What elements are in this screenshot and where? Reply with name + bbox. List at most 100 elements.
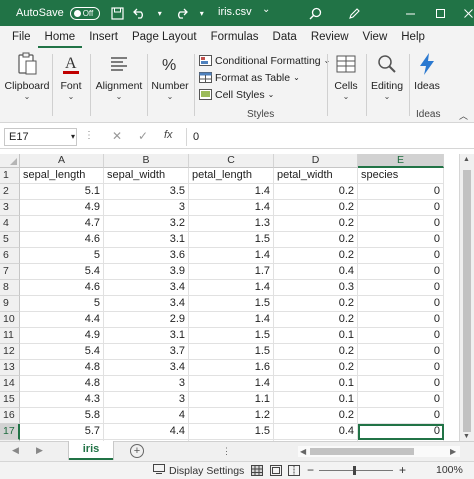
- cell-e9[interactable]: 0: [358, 296, 444, 312]
- select-all-button[interactable]: [0, 154, 20, 168]
- zoom-slider[interactable]: [319, 470, 393, 471]
- cell-d9[interactable]: 0.2: [274, 296, 358, 312]
- cell-d1[interactable]: petal_width: [274, 168, 358, 184]
- cell-b13[interactable]: 3.4: [104, 360, 189, 376]
- enter-icon[interactable]: ✓: [138, 129, 148, 143]
- cell-a15[interactable]: 4.3: [20, 392, 104, 408]
- cell-a13[interactable]: 4.8: [20, 360, 104, 376]
- cancel-icon[interactable]: ✕: [112, 129, 122, 143]
- conditional-formatting-button[interactable]: Conditional Formatting ⌄: [199, 52, 330, 69]
- cell-a9[interactable]: 5: [20, 296, 104, 312]
- row-header-10[interactable]: 10: [0, 312, 20, 328]
- cell-a16[interactable]: 5.8: [20, 408, 104, 424]
- row-header-17[interactable]: 17: [0, 424, 20, 440]
- cell-e14[interactable]: 0: [358, 376, 444, 392]
- cell-c12[interactable]: 1.5: [189, 344, 274, 360]
- cell-e16[interactable]: 0: [358, 408, 444, 424]
- tab-page-layout[interactable]: Page Layout: [125, 28, 204, 48]
- cell-d5[interactable]: 0.2: [274, 232, 358, 248]
- more-options-icon[interactable]: ⋮: [222, 446, 231, 457]
- cell-e6[interactable]: 0: [358, 248, 444, 264]
- more-icon[interactable]: ⋮: [84, 130, 94, 141]
- cell-b15[interactable]: 3: [104, 392, 189, 408]
- column-header-a[interactable]: A: [20, 154, 104, 168]
- vertical-scrollbar[interactable]: ▲ ▼: [459, 154, 474, 442]
- row-header-9[interactable]: 9: [0, 296, 20, 312]
- cell-b8[interactable]: 3.4: [104, 280, 189, 296]
- redo-icon[interactable]: [172, 3, 192, 23]
- sheet-tab-iris[interactable]: iris: [69, 441, 113, 460]
- pen-icon[interactable]: [344, 3, 364, 23]
- cell-e11[interactable]: 0: [358, 328, 444, 344]
- add-sheet-icon[interactable]: +: [130, 444, 144, 458]
- scroll-right-icon[interactable]: ▶: [450, 446, 456, 457]
- cell-d14[interactable]: 0.1: [274, 376, 358, 392]
- cell-d15[interactable]: 0.1: [274, 392, 358, 408]
- number-group[interactable]: % Number ⌄: [150, 50, 190, 101]
- save-icon[interactable]: [108, 3, 128, 23]
- cell-d11[interactable]: 0.1: [274, 328, 358, 344]
- page-layout-view-icon[interactable]: [270, 465, 282, 479]
- column-header-b[interactable]: B: [104, 154, 189, 168]
- row-header-12[interactable]: 12: [0, 344, 20, 360]
- cell-d10[interactable]: 0.2: [274, 312, 358, 328]
- tab-file[interactable]: File: [5, 28, 38, 48]
- tab-help[interactable]: Help: [394, 28, 432, 48]
- cell-b11[interactable]: 3.1: [104, 328, 189, 344]
- cell-b6[interactable]: 3.6: [104, 248, 189, 264]
- customize-icon[interactable]: ▾: [192, 3, 212, 23]
- cell-d6[interactable]: 0.2: [274, 248, 358, 264]
- cell-d12[interactable]: 0.2: [274, 344, 358, 360]
- cell-e13[interactable]: 0: [358, 360, 444, 376]
- normal-view-icon[interactable]: [251, 465, 263, 479]
- alignment-group[interactable]: Alignment ⌄: [94, 50, 144, 101]
- row-header-11[interactable]: 11: [0, 328, 20, 344]
- row-header-15[interactable]: 15: [0, 392, 20, 408]
- page-break-view-icon[interactable]: [288, 465, 300, 479]
- tab-insert[interactable]: Insert: [82, 28, 125, 48]
- cell-c4[interactable]: 1.3: [189, 216, 274, 232]
- row-header-3[interactable]: 3: [0, 200, 20, 216]
- cell-a14[interactable]: 4.8: [20, 376, 104, 392]
- row-header-8[interactable]: 8: [0, 280, 20, 296]
- cell-c17[interactable]: 1.5: [189, 424, 274, 440]
- cell-a3[interactable]: 4.9: [20, 200, 104, 216]
- row-header-2[interactable]: 2: [0, 184, 20, 200]
- cells-group[interactable]: Cells ⌄: [331, 50, 361, 101]
- cell-a4[interactable]: 4.7: [20, 216, 104, 232]
- cell-c2[interactable]: 1.4: [189, 184, 274, 200]
- tab-data[interactable]: Data: [266, 28, 304, 48]
- cell-c14[interactable]: 1.4: [189, 376, 274, 392]
- cell-b1[interactable]: sepal_width: [104, 168, 189, 184]
- scroll-up-icon[interactable]: ▲: [463, 156, 470, 163]
- cell-b16[interactable]: 4: [104, 408, 189, 424]
- display-settings-button[interactable]: Display Settings: [153, 464, 244, 477]
- cell-d3[interactable]: 0.2: [274, 200, 358, 216]
- zoom-slider-thumb[interactable]: [353, 466, 356, 475]
- maximize-icon[interactable]: [430, 3, 450, 23]
- cell-e10[interactable]: 0: [358, 312, 444, 328]
- undo-dropdown-icon[interactable]: ▾: [150, 3, 170, 23]
- cell-c7[interactable]: 1.7: [189, 264, 274, 280]
- row-header-14[interactable]: 14: [0, 376, 20, 392]
- close-icon[interactable]: [458, 3, 474, 23]
- cell-a11[interactable]: 4.9: [20, 328, 104, 344]
- cell-c6[interactable]: 1.4: [189, 248, 274, 264]
- row-header-4[interactable]: 4: [0, 216, 20, 232]
- cell-d17[interactable]: 0.4: [274, 424, 358, 440]
- cell-a7[interactable]: 5.4: [20, 264, 104, 280]
- cell-a6[interactable]: 5: [20, 248, 104, 264]
- font-group[interactable]: A Font ⌄: [56, 50, 86, 101]
- zoom-level[interactable]: 100%: [436, 464, 463, 476]
- cell-c1[interactable]: petal_length: [189, 168, 274, 184]
- prev-sheet-icon[interactable]: ◀: [12, 445, 19, 456]
- cell-b3[interactable]: 3: [104, 200, 189, 216]
- zoom-in-icon[interactable]: +: [399, 463, 406, 477]
- cell-a8[interactable]: 4.6: [20, 280, 104, 296]
- tab-view[interactable]: View: [356, 28, 395, 48]
- cell-d4[interactable]: 0.2: [274, 216, 358, 232]
- column-header-c[interactable]: C: [189, 154, 274, 168]
- cell-b5[interactable]: 3.1: [104, 232, 189, 248]
- tab-review[interactable]: Review: [304, 28, 356, 48]
- title-dropdown-icon[interactable]: ⌄: [262, 4, 270, 15]
